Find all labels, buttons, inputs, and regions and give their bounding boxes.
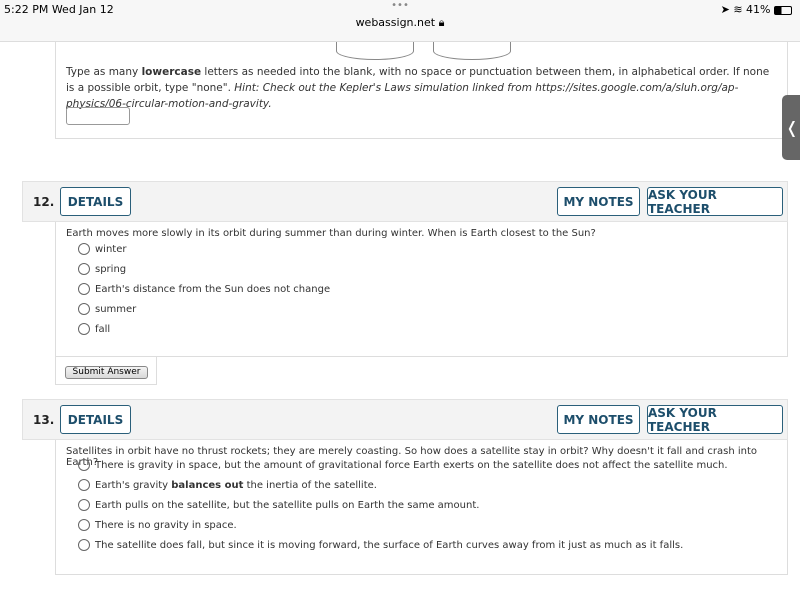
question-13-body: Satellites in orbit have no thrust rocke… bbox=[55, 440, 788, 575]
status-bar: 5:22 PM Wed Jan 12 ••• webassign.net 🔒︎ … bbox=[0, 0, 800, 42]
question-12-body: Earth moves more slowly in its orbit dur… bbox=[55, 222, 788, 357]
option-winter[interactable]: winter bbox=[78, 243, 126, 255]
wifi-icon: ≋ bbox=[733, 3, 743, 16]
radio-button[interactable] bbox=[78, 459, 90, 471]
my-notes-button[interactable]: MY NOTES bbox=[557, 405, 640, 434]
option-summer[interactable]: summer bbox=[78, 303, 136, 315]
radio-button[interactable] bbox=[78, 519, 90, 531]
question-number: 13. bbox=[33, 413, 55, 427]
url-bar[interactable]: webassign.net 🔒︎ bbox=[0, 16, 800, 30]
radio-button[interactable] bbox=[78, 263, 90, 275]
question-11-body: Type as many lowercase letters as needed… bbox=[55, 42, 788, 139]
radio-button[interactable] bbox=[78, 539, 90, 551]
answer-input[interactable] bbox=[66, 107, 130, 125]
option-5[interactable]: The satellite does fall, but since it is… bbox=[78, 539, 683, 551]
question-13-header: 13. DETAILS MY NOTES ASK YOUR TEACHER bbox=[22, 399, 788, 440]
question-text: Earth moves more slowly in its orbit dur… bbox=[66, 228, 596, 239]
option-3[interactable]: Earth pulls on the satellite, but the sa… bbox=[78, 499, 479, 511]
orbit-diagram bbox=[336, 42, 414, 60]
radio-button[interactable] bbox=[78, 303, 90, 315]
radio-button[interactable] bbox=[78, 243, 90, 255]
battery-level: 41% bbox=[746, 3, 771, 16]
question-12-header: 12. DETAILS MY NOTES ASK YOUR TEACHER bbox=[22, 181, 788, 222]
ask-your-teacher-button[interactable]: ASK YOUR TEACHER bbox=[647, 187, 783, 216]
orbit-diagram bbox=[433, 42, 511, 60]
radio-button[interactable] bbox=[78, 479, 90, 491]
option-no-change[interactable]: Earth's distance from the Sun does not c… bbox=[78, 283, 330, 295]
option-1[interactable]: There is gravity in space, but the amoun… bbox=[78, 459, 728, 471]
chevron-left-icon: ❬ bbox=[785, 118, 799, 137]
battery-icon bbox=[774, 5, 792, 15]
radio-button[interactable] bbox=[78, 283, 90, 295]
submit-tab: Submit Answer bbox=[55, 357, 157, 385]
question-instructions: Type as many lowercase letters as needed… bbox=[66, 66, 770, 110]
radio-button[interactable] bbox=[78, 323, 90, 335]
details-button[interactable]: DETAILS bbox=[60, 187, 131, 216]
option-fall[interactable]: fall bbox=[78, 323, 110, 335]
more-dots-icon[interactable]: ••• bbox=[0, 0, 800, 11]
option-4[interactable]: There is no gravity in space. bbox=[78, 519, 237, 531]
lock-icon: 🔒︎ bbox=[438, 16, 445, 29]
question-number: 12. bbox=[33, 195, 55, 209]
status-icons: ➤ ≋ 41% bbox=[721, 3, 792, 16]
submit-answer-button[interactable]: Submit Answer bbox=[65, 366, 148, 379]
url-text: webassign.net bbox=[355, 16, 436, 29]
details-button[interactable]: DETAILS bbox=[60, 405, 131, 434]
option-2[interactable]: Earth's gravity balances out the inertia… bbox=[78, 479, 377, 491]
my-notes-button[interactable]: MY NOTES bbox=[557, 187, 640, 216]
radio-button[interactable] bbox=[78, 499, 90, 511]
location-icon: ➤ bbox=[720, 3, 730, 16]
ask-your-teacher-button[interactable]: ASK YOUR TEACHER bbox=[647, 405, 783, 434]
side-panel-toggle[interactable]: ❬ bbox=[782, 95, 800, 160]
option-spring[interactable]: spring bbox=[78, 263, 126, 275]
